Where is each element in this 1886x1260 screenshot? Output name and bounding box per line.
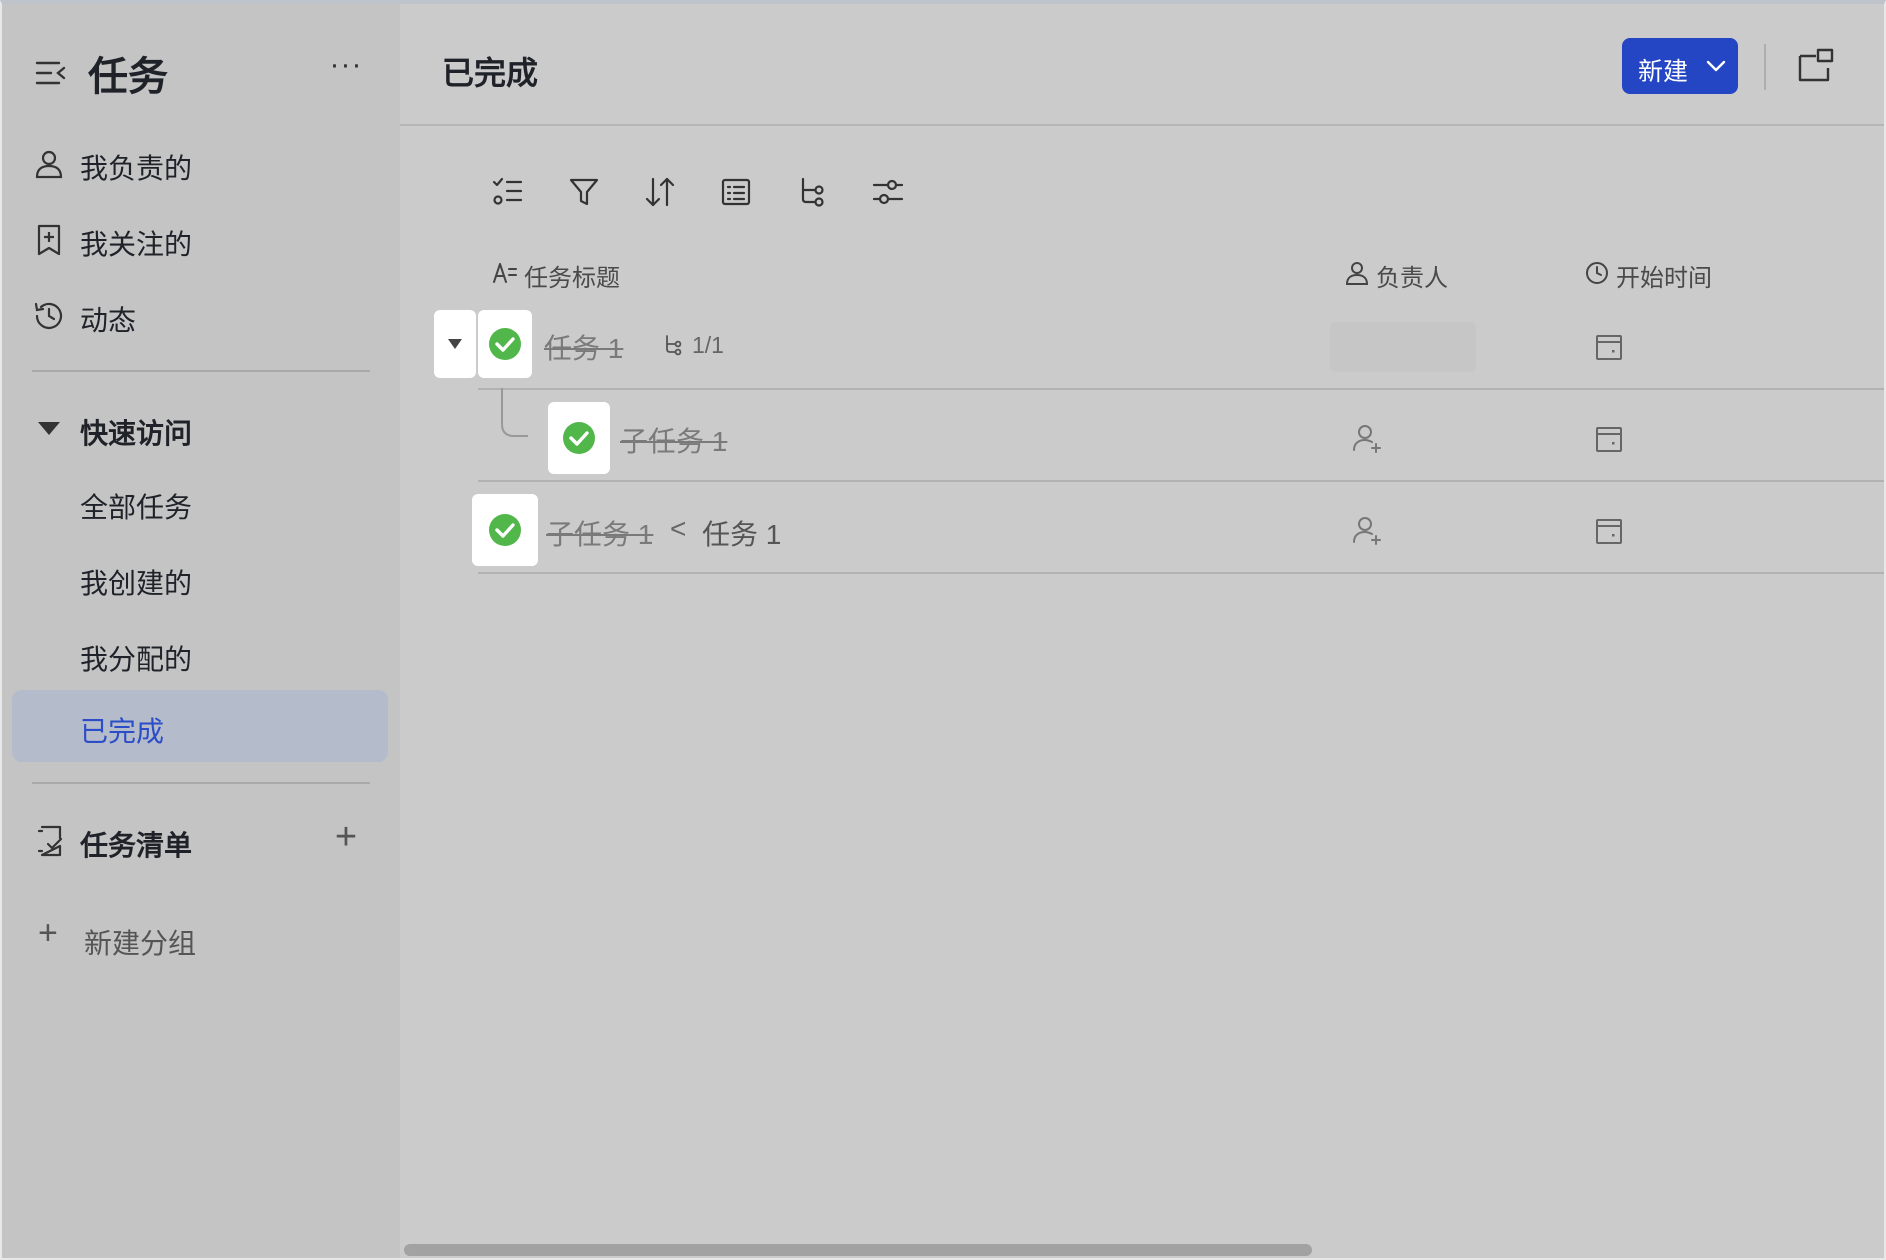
- checklist-icon[interactable]: [490, 174, 526, 210]
- open-window-icon[interactable]: [1796, 46, 1836, 86]
- text-field-icon: [493, 263, 517, 283]
- quick-access-header[interactable]: 快速访问: [2, 400, 400, 464]
- row-divider: [478, 388, 1884, 390]
- sidebar-item-label: 我分配的: [80, 644, 193, 675]
- tasklist-label: 任务清单: [80, 830, 193, 861]
- new-group-button[interactable]: + 新建分组: [2, 900, 400, 970]
- sidebar-item-label: 我创建的: [80, 568, 193, 599]
- add-assignee-icon[interactable]: [1352, 422, 1384, 454]
- task-checkbox[interactable]: [478, 310, 532, 378]
- header-bar: 已完成 新建: [400, 4, 1884, 126]
- task-checkbox[interactable]: [472, 494, 538, 566]
- subtask-icon[interactable]: [794, 174, 830, 210]
- check-circle-icon: [489, 328, 521, 360]
- new-group-label: 新建分组: [84, 928, 197, 959]
- sidebar-item-all-tasks[interactable]: 全部任务: [12, 466, 388, 538]
- sidebar-item-label: 已完成: [80, 716, 165, 747]
- more-options-icon[interactable]: ···: [328, 50, 364, 86]
- calendar-icon[interactable]: [1594, 424, 1624, 454]
- divider: [1764, 44, 1766, 90]
- filter-icon[interactable]: [566, 174, 602, 210]
- task-checkbox[interactable]: [548, 402, 610, 474]
- history-icon: [34, 302, 63, 329]
- horizontal-scrollbar[interactable]: [404, 1244, 1312, 1256]
- divider: [32, 782, 370, 784]
- sidebar-item-assigned[interactable]: 我分配的: [12, 618, 388, 690]
- collapse-sidebar-icon[interactable]: [34, 56, 68, 90]
- settings-sliders-icon[interactable]: [870, 174, 906, 210]
- parent-separator: <: [670, 513, 687, 544]
- expand-toggle[interactable]: [434, 310, 476, 378]
- add-assignee-icon[interactable]: [1352, 514, 1384, 546]
- tasklist-icon: [37, 825, 63, 857]
- nav-item-label: 我关注的: [80, 229, 193, 260]
- clock-icon: [1586, 262, 1608, 284]
- sort-icon[interactable]: [642, 174, 678, 210]
- nav-item-followed[interactable]: 我关注的: [2, 206, 400, 276]
- add-tasklist-button[interactable]: +: [328, 818, 364, 856]
- tree-connector: [501, 388, 528, 437]
- check-circle-icon: [489, 514, 521, 546]
- chevron-down-icon: [38, 422, 60, 435]
- task-title[interactable]: 任务 1: [544, 327, 623, 367]
- list-view-icon[interactable]: [718, 174, 754, 210]
- nav-item-my-responsible[interactable]: 我负责的: [2, 130, 400, 200]
- row-divider: [478, 572, 1884, 574]
- caret-down-icon: [448, 339, 462, 349]
- main-panel: 已完成 新建 任务标题 负责人 开始时间 任务 1 1/1 子任务 1 子任务 …: [400, 4, 1884, 1258]
- task-title[interactable]: 子任务 1: [620, 420, 727, 460]
- calendar-icon[interactable]: [1594, 332, 1624, 362]
- column-header-label: 开始时间: [1616, 265, 1712, 292]
- task-title[interactable]: 子任务 1: [546, 513, 653, 553]
- page-title: 已完成: [442, 55, 539, 91]
- divider: [32, 370, 370, 372]
- new-button-label: 新建: [1638, 58, 1689, 86]
- new-button[interactable]: 新建: [1622, 38, 1738, 94]
- plus-icon: +: [38, 914, 58, 952]
- nav-item-label: 我负责的: [80, 153, 193, 184]
- parent-task-link[interactable]: 任务 1: [702, 513, 781, 553]
- nav-item-activity[interactable]: 动态: [2, 282, 400, 352]
- sidebar-item-completed[interactable]: 已完成: [12, 690, 388, 762]
- sidebar-item-created[interactable]: 我创建的: [12, 542, 388, 614]
- chevron-down-icon: [1706, 60, 1726, 72]
- row-divider: [478, 480, 1884, 482]
- sidebar-item-label: 全部任务: [80, 492, 193, 523]
- quick-access-label: 快速访问: [80, 418, 193, 449]
- sidebar: 任务 ··· 我负责的 我关注的 动态 快速访问 全部任务 我创建的 我分配的 …: [2, 4, 400, 1258]
- subtask-count[interactable]: 1/1: [692, 332, 724, 359]
- sidebar-header: 任务 ···: [2, 4, 400, 132]
- column-header-label: 负责人: [1376, 265, 1448, 292]
- assignee-cell[interactable]: [1330, 322, 1476, 372]
- column-header-label: 任务标题: [524, 265, 620, 292]
- check-circle-icon: [563, 422, 595, 454]
- sidebar-title: 任务: [88, 55, 168, 99]
- tasklist-header[interactable]: 任务清单 +: [2, 804, 400, 878]
- person-icon: [1345, 262, 1369, 285]
- bookmark-star-icon: [37, 224, 61, 256]
- calendar-icon[interactable]: [1594, 516, 1624, 546]
- person-icon: [35, 150, 63, 179]
- subtask-icon: [666, 335, 682, 356]
- nav-item-label: 动态: [80, 305, 137, 336]
